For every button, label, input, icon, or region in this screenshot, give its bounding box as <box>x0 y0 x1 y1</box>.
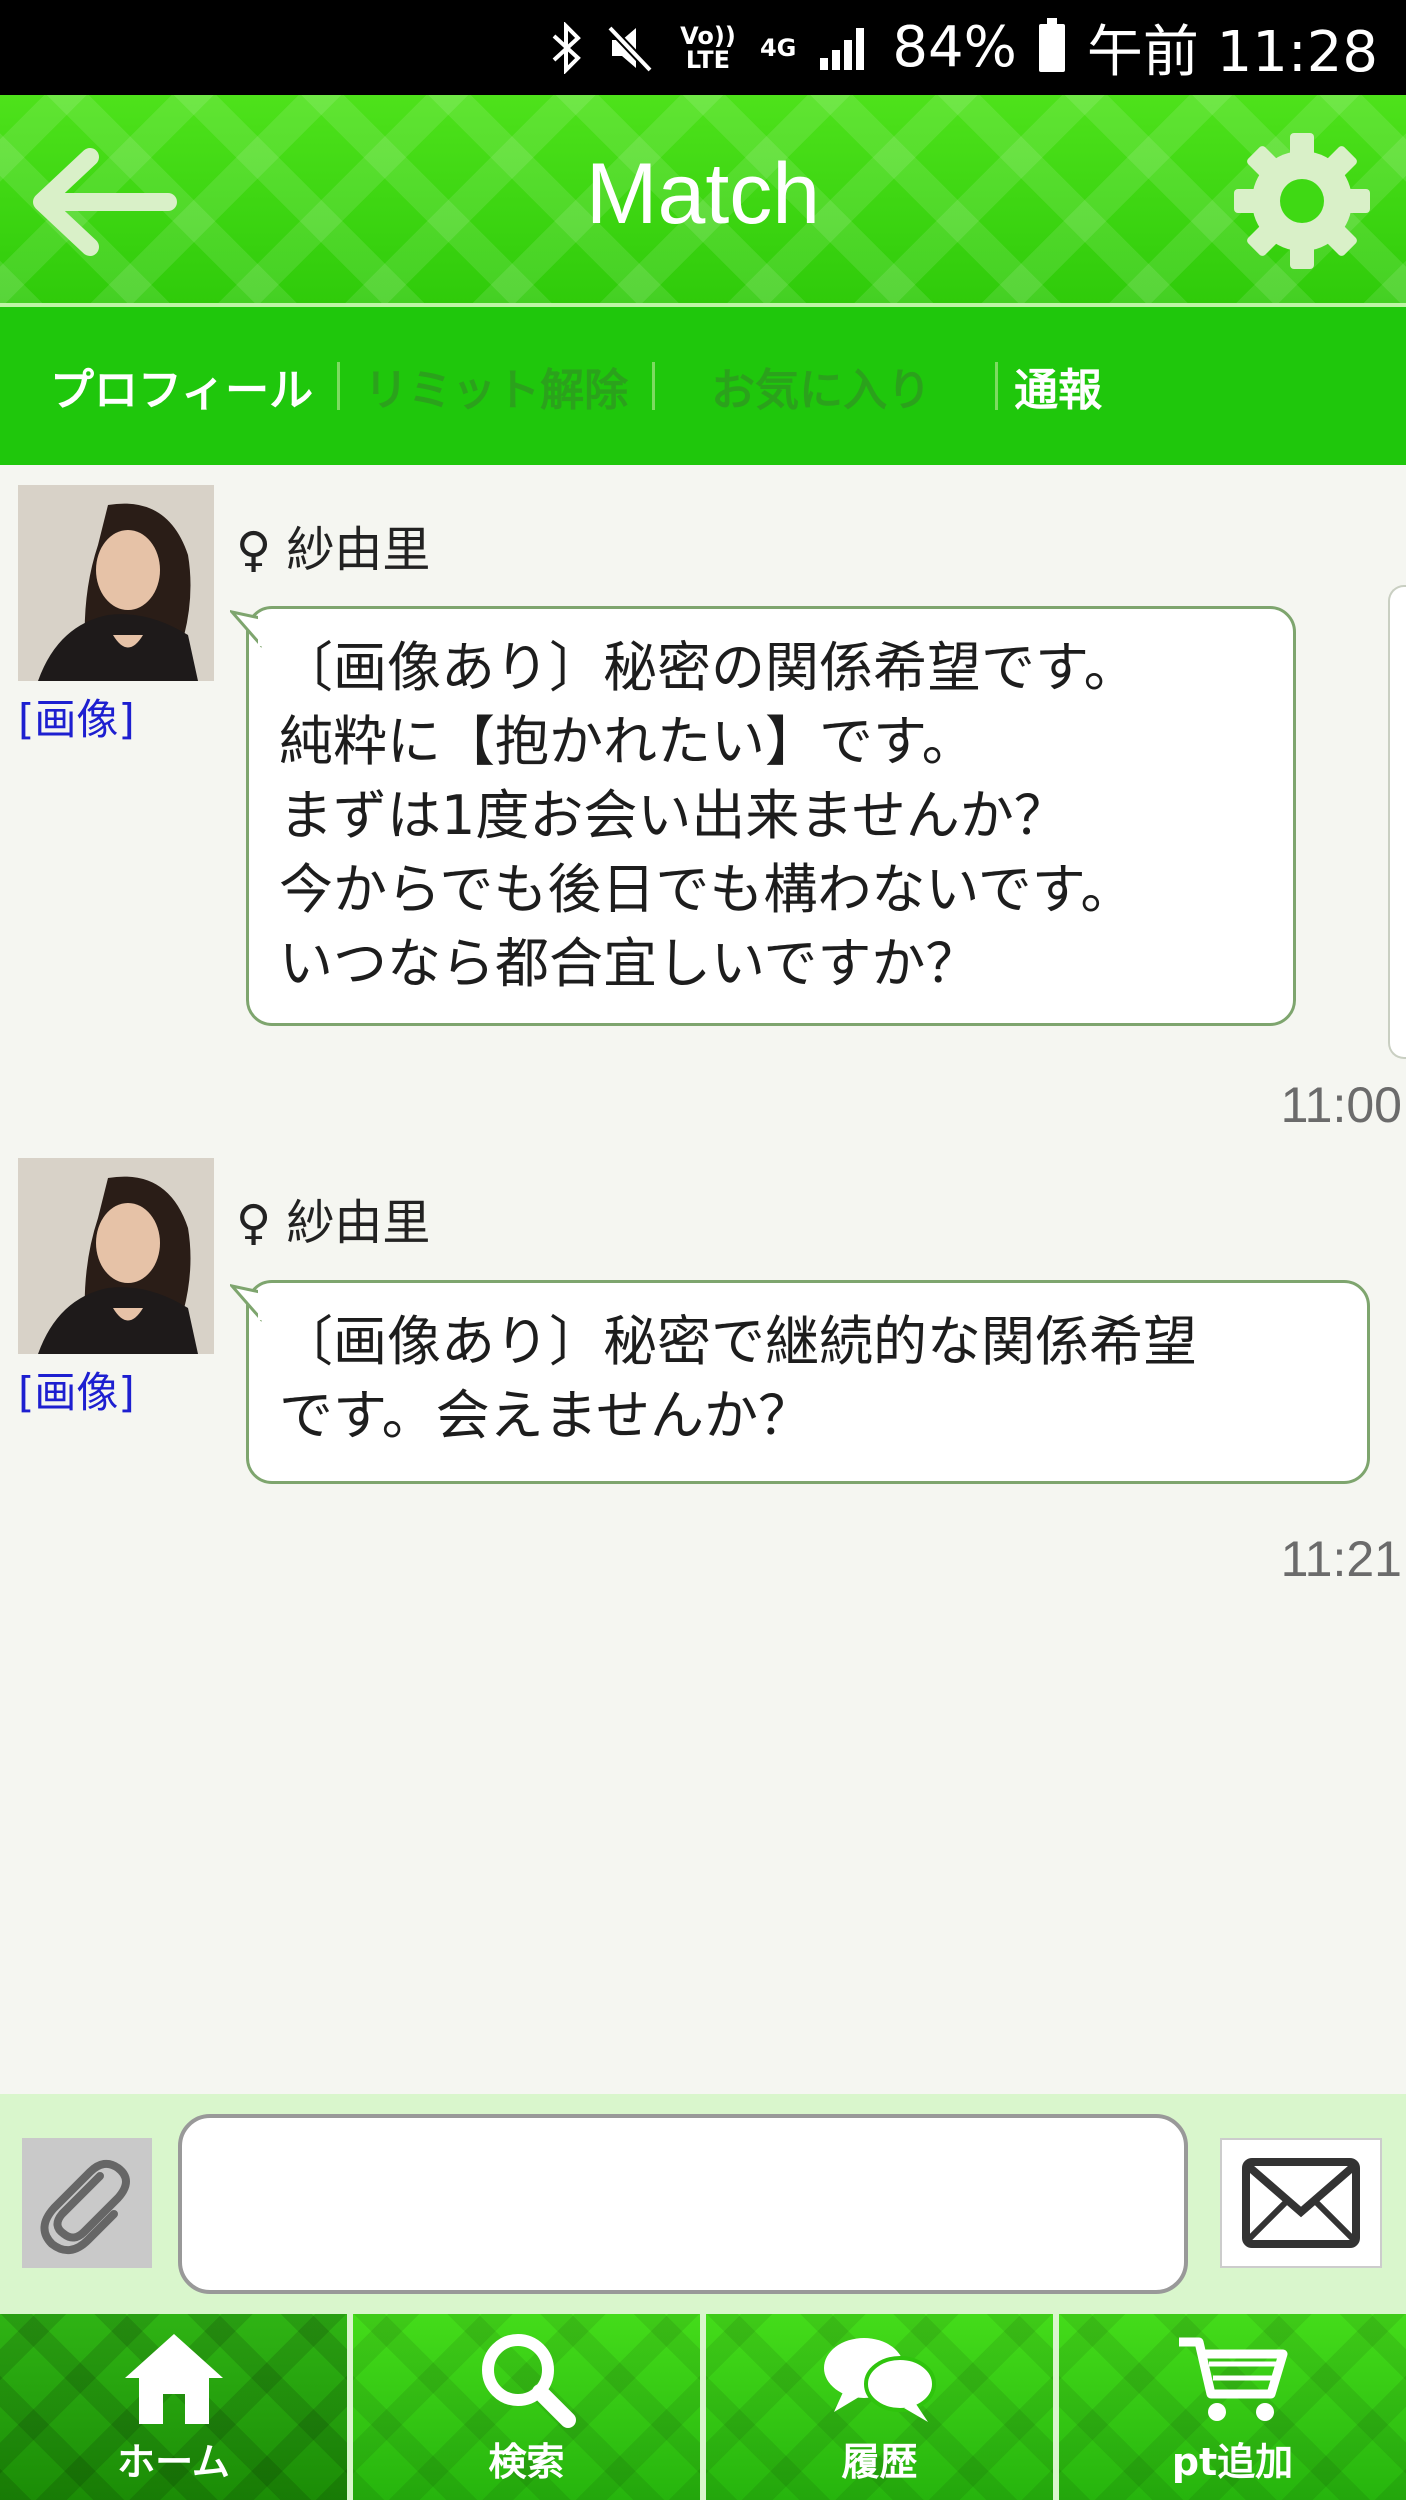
image-link[interactable]: [画像] <box>18 686 135 747</box>
status-bar: Vo)) LTE 4G 84% 午前 11:28 <box>0 0 1406 95</box>
scroll-edge <box>1388 585 1406 1059</box>
send-button[interactable] <box>1220 2138 1382 2268</box>
nav-history[interactable]: 履歴 <box>706 2314 1053 2500</box>
network-indicator: 4G <box>759 33 797 62</box>
clock: 午前 11:28 <box>1086 20 1378 85</box>
message-bubble: 〔画像あり〕秘密で継続的な関係希望 です。会えませんか？ <box>246 1280 1370 1484</box>
message-time: 11:00 <box>1280 1077 1402 1133</box>
bubble-tail <box>230 1284 264 1322</box>
mute-icon <box>607 24 653 73</box>
nav-home[interactable]: ホーム <box>0 2314 347 2500</box>
tab-limit-release[interactable]: リミット解除 <box>340 354 652 418</box>
paperclip-icon <box>40 2159 130 2254</box>
message-time: 11:21 <box>1280 1531 1402 1587</box>
bluetooth-icon <box>552 21 581 74</box>
bubble-tail <box>230 610 264 648</box>
gear-icon <box>1234 133 1370 269</box>
volte-indicator: Vo)) LTE <box>680 21 736 74</box>
search-icon <box>481 2334 576 2428</box>
envelope-icon <box>1242 2158 1360 2248</box>
settings-button[interactable] <box>1232 131 1372 271</box>
tab-favorites[interactable]: お気に入り <box>655 354 955 418</box>
message-line: 今からでも後日でも構わないです。 <box>279 858 1135 921</box>
message-line: 純粋に【抱かれたい】です。 <box>279 710 976 773</box>
sender-name: ♀ 紗由里 <box>236 1195 431 1251</box>
attach-button[interactable] <box>22 2138 152 2268</box>
avatar[interactable] <box>18 1158 214 1354</box>
nav-label: 検索 <box>488 2440 565 2484</box>
sender-name: ♀ 紗由里 <box>236 522 431 578</box>
nav-label: pt追加 <box>1171 2440 1294 2484</box>
page-title: Match <box>585 146 821 242</box>
nav-search[interactable]: 検索 <box>353 2314 700 2500</box>
bottom-nav: ホーム 検索 履歴 pt追加 <box>0 2314 1406 2500</box>
message-line: 〔画像あり〕秘密で継続的な関係希望 <box>279 1310 1197 1373</box>
tab-report[interactable]: 通報 <box>998 354 1126 418</box>
battery-icon <box>1038 17 1065 72</box>
profile-tabs: プロフィール リミット解除 お気に入り 通報 <box>0 307 1406 465</box>
nav-label: ホーム <box>117 2440 230 2484</box>
chat-bubbles-icon <box>823 2338 936 2422</box>
image-link[interactable]: [画像] <box>18 1359 135 1420</box>
nav-add-points[interactable]: pt追加 <box>1059 2314 1406 2500</box>
message-line: いつなら都合宜しいですか？ <box>279 932 980 995</box>
message-bubble: 〔画像あり〕秘密の関係希望です。 純粋に【抱かれたい】です。 まずは1度お会い出… <box>246 606 1296 1026</box>
home-icon <box>124 2334 223 2424</box>
nav-label: 履歴 <box>841 2440 918 2484</box>
signal-icon <box>820 27 865 70</box>
message-line: です。会えませんか？ <box>279 1384 812 1447</box>
message-composer <box>0 2094 1406 2314</box>
message-line: まずは1度お会い出来ませんか？ <box>279 784 1068 847</box>
message-input[interactable] <box>178 2114 1188 2294</box>
battery-percent: 84% <box>892 15 1017 80</box>
avatar[interactable] <box>18 485 214 681</box>
app-header: Match <box>0 95 1406 307</box>
message-line: 〔画像あり〕秘密の関係希望です。 <box>279 636 1138 699</box>
cart-icon <box>1178 2337 1287 2421</box>
tab-profile[interactable]: プロフィール <box>0 354 337 418</box>
